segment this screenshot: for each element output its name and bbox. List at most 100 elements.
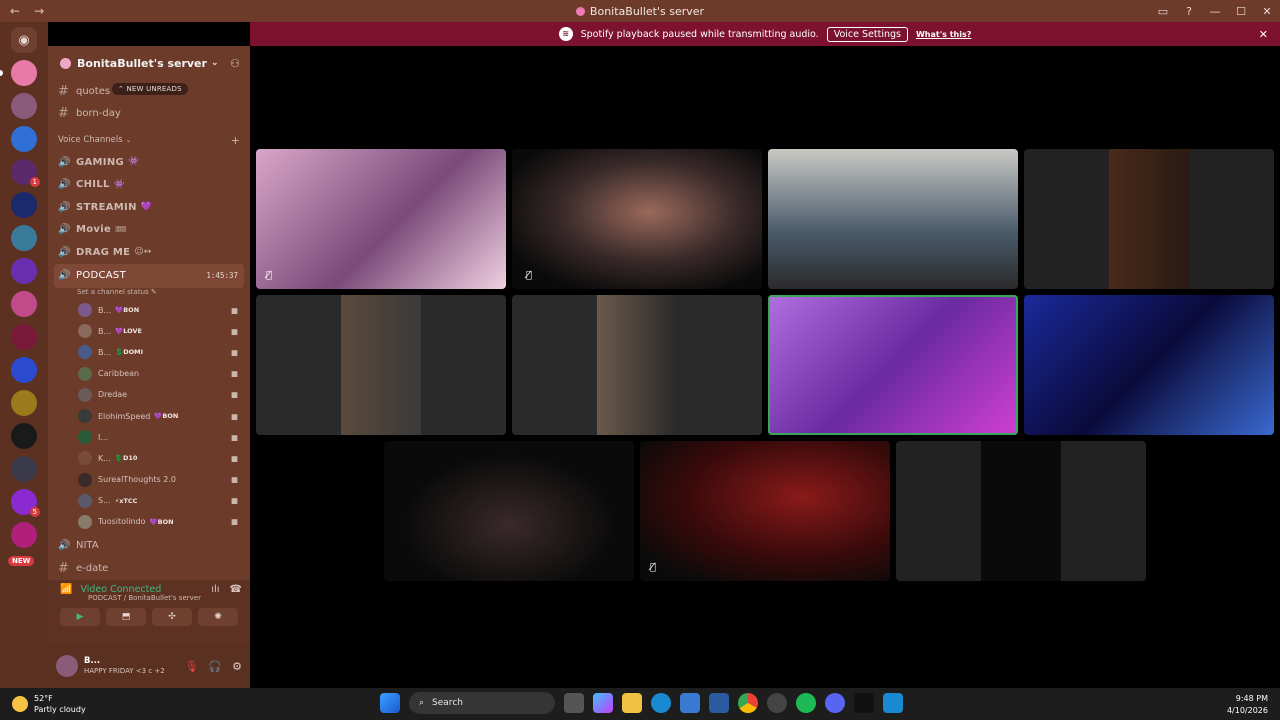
- taskbar-search[interactable]: ⌕ Search: [409, 692, 555, 714]
- server-icon[interactable]: [11, 225, 37, 251]
- weather-widget[interactable]: 52°F Partly cloudy: [12, 693, 86, 715]
- voice-member[interactable]: B... 💜BON ■: [48, 300, 250, 321]
- voice-member[interactable]: S... ⚡xTCC ■: [48, 490, 250, 511]
- voice-channels-category[interactable]: Voice Channels ⌄ +: [48, 129, 250, 151]
- voice-member[interactable]: I... ■: [48, 427, 250, 448]
- obs-icon[interactable]: [767, 693, 787, 713]
- server-icon[interactable]: [11, 126, 37, 152]
- invite-people-icon[interactable]: ⚇: [230, 57, 240, 70]
- video-tile-speaking[interactable]: [768, 295, 1018, 435]
- voice-member[interactable]: Tuositolindo 💜BON ■: [48, 511, 250, 532]
- store-icon[interactable]: [680, 693, 700, 713]
- channel-quotes[interactable]: # quotes ⌃ NEW UNREADS: [48, 80, 250, 103]
- server-icon[interactable]: [11, 456, 37, 482]
- voice-channel-streamin[interactable]: 🔊 STREAMIN 💜: [48, 196, 250, 219]
- username[interactable]: B...: [84, 656, 165, 666]
- close-icon[interactable]: ✕: [1259, 28, 1268, 41]
- video-tile[interactable]: [384, 441, 634, 581]
- server-icon[interactable]: 1: [11, 159, 40, 187]
- new-unreads-pill[interactable]: ⌃ NEW UNREADS: [112, 83, 188, 95]
- set-channel-status[interactable]: Set a channel status ✎: [48, 288, 250, 300]
- camera-button[interactable]: ▶: [60, 608, 100, 626]
- server-header[interactable]: BonitaBullet's server ⌄ ⚇: [48, 46, 250, 80]
- video-tile[interactable]: [1024, 295, 1274, 435]
- video-tile[interactable]: [1024, 149, 1274, 289]
- avatar[interactable]: [56, 655, 78, 677]
- server-icon[interactable]: [11, 291, 37, 317]
- video-tile[interactable]: 🎙̸: [256, 149, 506, 289]
- server-icon[interactable]: [11, 93, 37, 119]
- speaker-icon: 🔊: [58, 246, 71, 258]
- inbox-icon[interactable]: ▭: [1150, 5, 1176, 18]
- discord-icon[interactable]: [825, 693, 845, 713]
- discord-home-icon[interactable]: ◉: [11, 27, 37, 53]
- back-arrow-icon[interactable]: ←: [10, 4, 20, 18]
- voice-member[interactable]: Caribbean ■: [48, 363, 250, 384]
- mail-icon[interactable]: [709, 693, 729, 713]
- connection-location[interactable]: PODCAST / BonitaBullet's server: [48, 594, 250, 602]
- avatar: [78, 303, 92, 318]
- channel-label: DRAG ME: [76, 246, 131, 258]
- video-tile[interactable]: [256, 295, 506, 435]
- voice-channel-chill[interactable]: 🔊 CHILL 👾: [48, 174, 250, 197]
- disconnect-icon[interactable]: ☎: [230, 584, 242, 595]
- minimize-button[interactable]: —: [1202, 5, 1228, 18]
- whats-this-link[interactable]: What's this?: [916, 30, 971, 39]
- voice-channel-nita[interactable]: 🔊 NITA: [48, 535, 250, 558]
- video-tile[interactable]: [896, 441, 1146, 581]
- app-icon[interactable]: [883, 693, 903, 713]
- file-explorer-icon[interactable]: [622, 693, 642, 713]
- copilot-icon[interactable]: [593, 693, 613, 713]
- system-clock[interactable]: 9:48 PM 4/10/2026: [1227, 693, 1268, 717]
- server-rail: ◉ 1 5 NEW: [0, 22, 48, 688]
- video-tile[interactable]: [512, 295, 762, 435]
- start-icon[interactable]: [380, 693, 400, 713]
- help-icon[interactable]: ?: [1176, 5, 1202, 18]
- voice-channel-drag-me[interactable]: 🔊 DRAG ME 😉↔: [48, 241, 250, 264]
- voice-member[interactable]: Dredae ■: [48, 384, 250, 405]
- task-view-icon[interactable]: [564, 693, 584, 713]
- edge-icon[interactable]: [651, 693, 671, 713]
- server-icon[interactable]: 5: [11, 489, 40, 517]
- server-icon[interactable]: [11, 522, 37, 548]
- signal-icon[interactable]: 📶: [60, 584, 72, 595]
- avatar: [78, 366, 92, 381]
- noise-suppression-icon[interactable]: ılı: [211, 584, 219, 595]
- video-tile[interactable]: 🎙̸: [640, 441, 890, 581]
- soundboard-button[interactable]: ✺: [198, 608, 238, 626]
- server-icon[interactable]: [11, 192, 37, 218]
- maximize-button[interactable]: ☐: [1228, 5, 1254, 18]
- server-icon-twitch[interactable]: [11, 258, 37, 284]
- voice-member[interactable]: ElohimSpeed 💜BON ■: [48, 405, 250, 426]
- tiktok-icon[interactable]: [854, 693, 874, 713]
- channel-label: Movie: [76, 224, 112, 236]
- server-icon-bonita[interactable]: [11, 60, 37, 86]
- channel-e-date[interactable]: # e-date: [48, 557, 250, 580]
- microphone-muted-icon[interactable]: 🎙: [184, 660, 198, 673]
- share-screen-button[interactable]: ⬒: [106, 608, 146, 626]
- close-window-button[interactable]: ✕: [1254, 5, 1280, 18]
- voice-channel-movie[interactable]: 🔊 Movie 🎟: [48, 219, 250, 242]
- camera-icon: ■: [230, 411, 238, 421]
- channel-born-day[interactable]: # born-day: [48, 103, 250, 126]
- server-icon[interactable]: [11, 357, 37, 383]
- server-icon[interactable]: [11, 390, 37, 416]
- server-icon[interactable]: [11, 324, 37, 350]
- forward-arrow-icon[interactable]: →: [34, 4, 44, 18]
- voice-member[interactable]: B... 💲DOMI ■: [48, 342, 250, 363]
- voice-channel-gaming[interactable]: 🔊 GAMING 👾: [48, 151, 250, 174]
- video-tile[interactable]: [768, 149, 1018, 289]
- voice-channel-podcast[interactable]: 🔊 PODCAST 1:45:37: [54, 263, 244, 288]
- chrome-icon[interactable]: [738, 693, 758, 713]
- settings-gear-icon[interactable]: ⚙: [232, 660, 242, 673]
- voice-member[interactable]: B... 💜LOVE ■: [48, 321, 250, 342]
- video-tile[interactable]: 🎙̸: [512, 149, 762, 289]
- voice-member[interactable]: SurealThoughts 2.0 ■: [48, 469, 250, 490]
- voice-settings-button[interactable]: Voice Settings: [826, 26, 908, 42]
- voice-member[interactable]: K... 💲D10 ■: [48, 448, 250, 469]
- headphones-icon[interactable]: 🎧: [208, 660, 222, 673]
- server-icon[interactable]: [11, 423, 37, 449]
- add-channel-icon[interactable]: +: [231, 134, 240, 147]
- spotify-icon[interactable]: [796, 693, 816, 713]
- activities-button[interactable]: ✣: [152, 608, 192, 626]
